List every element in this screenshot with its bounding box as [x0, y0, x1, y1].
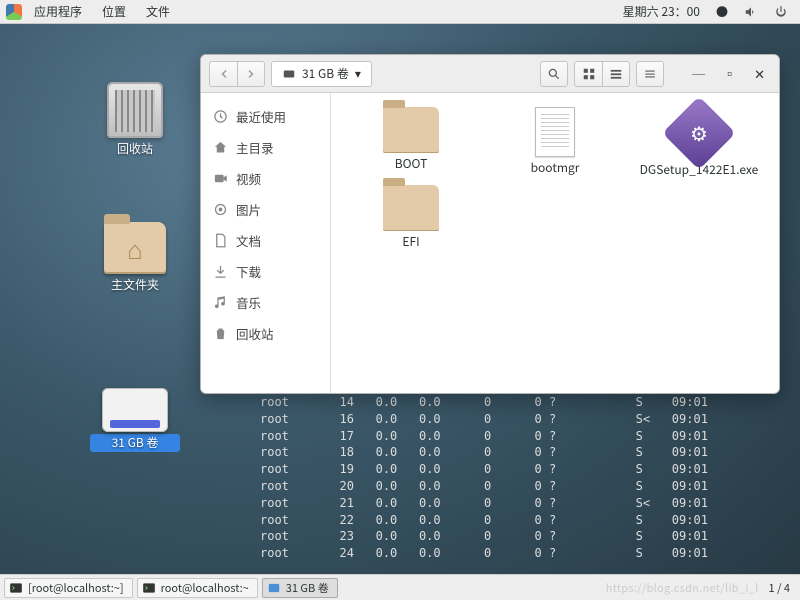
photo-icon [213, 202, 228, 217]
workspace-pager[interactable]: 1 / 4 [763, 580, 796, 596]
location-label: 31 GB 卷 [302, 65, 349, 82]
minimize-button[interactable]: ─ [686, 61, 711, 87]
doc-icon [213, 233, 228, 248]
desktop-icon-home[interactable]: 主文件夹 [90, 222, 180, 294]
sidebar-item-doc[interactable]: 文档 [201, 225, 330, 256]
folder-icon [383, 107, 439, 153]
desktop-icon-label: 回收站 [90, 140, 180, 158]
terminal-output: root 14 0.0 0.0 0 0 ? S 09:01 root 16 0.… [260, 394, 800, 562]
sidebar-item-label: 回收站 [236, 324, 274, 343]
view-grid-button[interactable] [574, 61, 602, 87]
sidebar-item-download[interactable]: 下载 [201, 256, 330, 287]
file-manager-window: 31 GB 卷 ▾ ≡ ─ ▫ ✕ 最近使用主目录视频图片文档下载音乐回收站 B… [200, 54, 780, 394]
headerbar: 31 GB 卷 ▾ ≡ ─ ▫ ✕ [201, 55, 779, 93]
clock-icon [213, 109, 228, 124]
sidebar-item-clock[interactable]: 最近使用 [201, 101, 330, 132]
taskbar-task[interactable]: root@localhost:~ [137, 578, 258, 598]
task-label: 31 GB 卷 [286, 580, 329, 596]
drive-icon [102, 388, 168, 432]
sidebar-item-label: 音乐 [236, 293, 261, 312]
sidebar-item-label: 图片 [236, 200, 261, 219]
file-name: BOOT [395, 157, 428, 171]
chevron-down-icon: ▾ [355, 65, 361, 82]
places-sidebar: 最近使用主目录视频图片文档下载音乐回收站 [201, 93, 331, 393]
icon-view[interactable]: BOOT bootmgr ⚙DGSetup_1422E1.exe EFI [331, 93, 779, 393]
clock[interactable]: 星期六 23：00 [617, 3, 706, 20]
task-label: [root@localhost:~] [28, 580, 124, 596]
file-item[interactable]: BOOT [341, 107, 481, 177]
hamburger-menu-button[interactable]: ≡ [636, 61, 664, 87]
video-icon [213, 171, 228, 186]
home-icon [213, 140, 228, 155]
top-panel: 应用程序 位置 文件 星期六 23：00 ● [0, 0, 800, 24]
sidebar-item-label: 视频 [236, 169, 261, 188]
sidebar-item-photo[interactable]: 图片 [201, 194, 330, 225]
sidebar-item-label: 最近使用 [236, 107, 286, 126]
watermark-text: https://blog.csdn.net/lib_i_l [606, 580, 759, 596]
home-folder-icon [104, 222, 166, 274]
sidebar-item-trash[interactable]: 回收站 [201, 318, 330, 349]
desktop-icon-volume[interactable]: 31 GB 卷 [90, 388, 180, 452]
file-item[interactable]: bootmgr [485, 107, 625, 177]
sidebar-item-label: 主目录 [236, 138, 274, 157]
status-dot-icon[interactable]: ● [710, 3, 734, 20]
file-item[interactable]: ⚙DGSetup_1422E1.exe [629, 107, 769, 177]
search-button[interactable] [540, 61, 568, 87]
sidebar-item-label: 文档 [236, 231, 261, 250]
folder-icon [383, 185, 439, 231]
file-name: EFI [402, 235, 419, 249]
sidebar-item-label: 下载 [236, 262, 261, 281]
location-chip[interactable]: 31 GB 卷 ▾ [271, 61, 372, 87]
back-button[interactable] [209, 61, 237, 87]
bottom-taskbar: [root@localhost:~] root@localhost:~ 31 GB … [0, 574, 800, 600]
view-list-button[interactable] [602, 61, 630, 87]
trash-icon [213, 326, 228, 341]
executable-icon: ⚙ [662, 96, 736, 170]
sidebar-item-home[interactable]: 主目录 [201, 132, 330, 163]
file-item[interactable]: EFI [341, 185, 481, 249]
power-icon[interactable] [768, 5, 794, 19]
menu-places[interactable]: 位置 [94, 3, 134, 20]
taskbar-task[interactable]: [root@localhost:~] [4, 578, 133, 598]
trash-icon [107, 82, 163, 138]
sidebar-item-music[interactable]: 音乐 [201, 287, 330, 318]
file-name: bootmgr [531, 161, 580, 175]
sidebar-item-video[interactable]: 视频 [201, 163, 330, 194]
desktop-icon-trash[interactable]: 回收站 [90, 82, 180, 158]
menu-files[interactable]: 文件 [138, 3, 178, 20]
download-icon [213, 264, 228, 279]
document-icon [535, 107, 575, 157]
volume-icon[interactable] [738, 5, 764, 19]
taskbar-task[interactable]: 31 GB 卷 [262, 578, 338, 598]
close-button[interactable]: ✕ [748, 61, 771, 87]
maximize-button[interactable]: ▫ [717, 61, 742, 87]
task-label: root@localhost:~ [161, 580, 249, 596]
desktop-icon-label: 主文件夹 [90, 276, 180, 294]
music-icon [213, 295, 228, 310]
menu-applications[interactable]: 应用程序 [26, 3, 90, 20]
desktop-icon-label: 31 GB 卷 [90, 434, 180, 452]
activities-logo-icon[interactable] [6, 4, 22, 20]
forward-button[interactable] [237, 61, 265, 87]
